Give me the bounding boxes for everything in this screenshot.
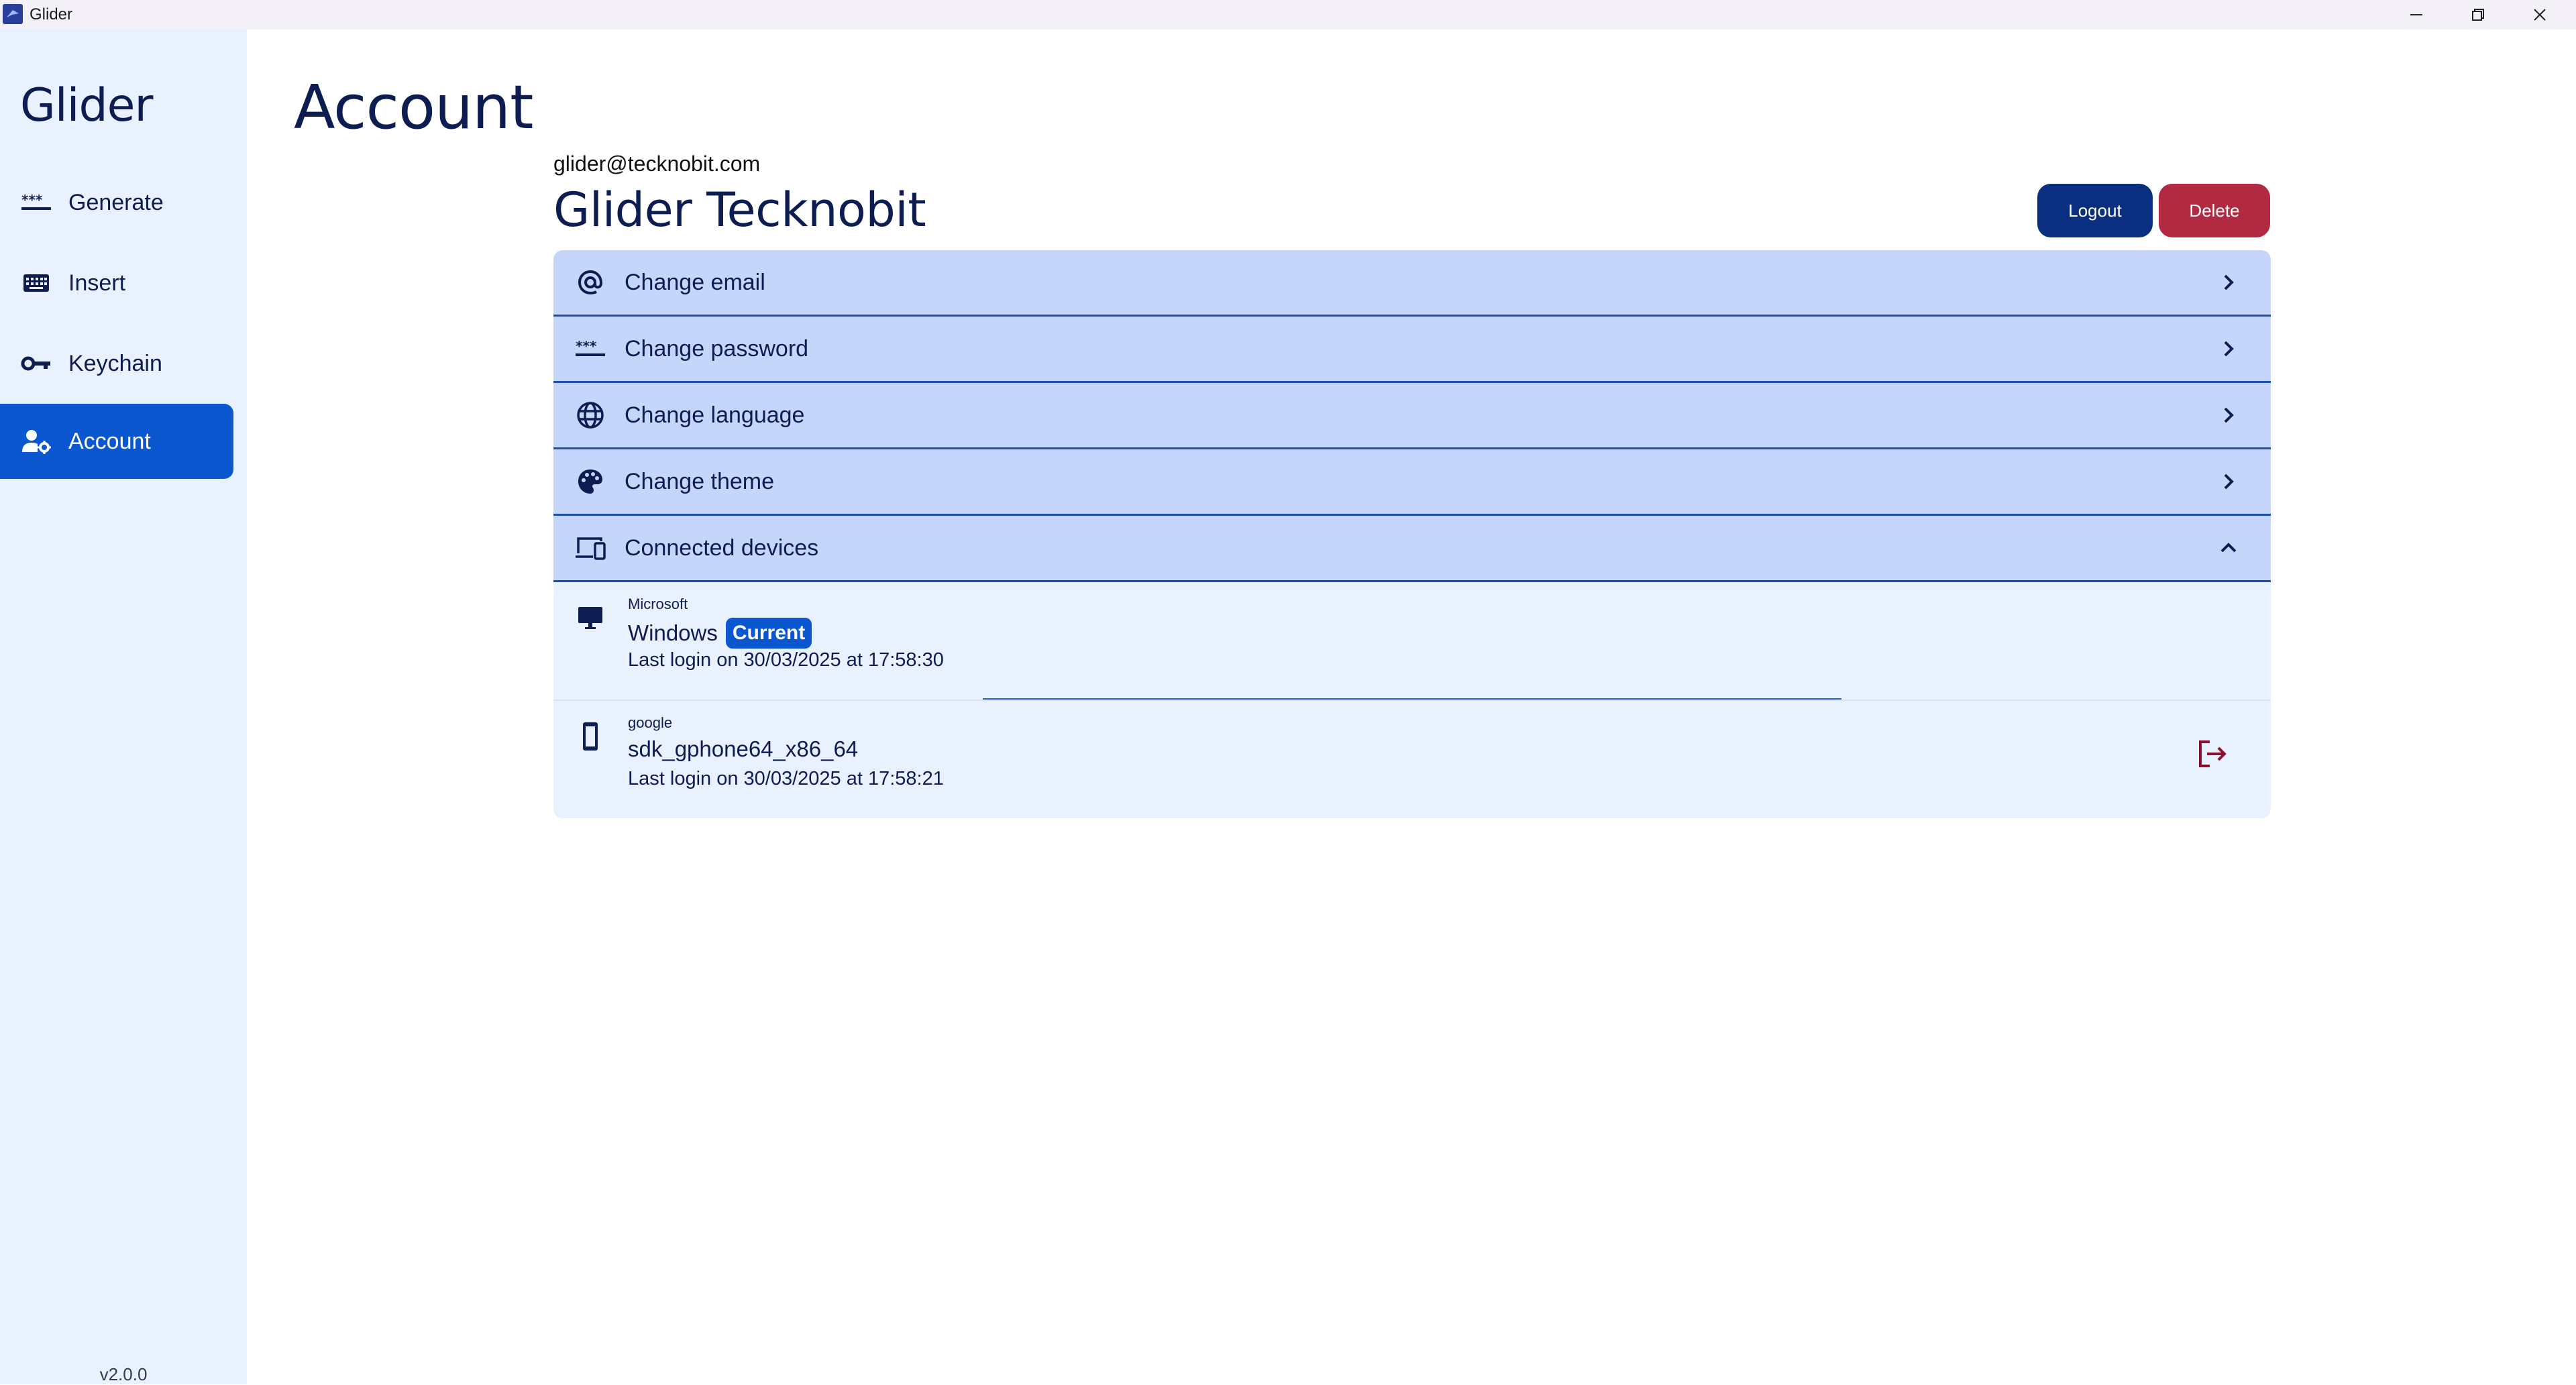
password-dots-icon: *** [574,332,607,366]
connected-devices-list: Microsoft Windows Current Last login on … [553,582,2271,818]
app-version: v2.0.0 [99,1364,148,1384]
device-item-android: google sdk_gphone64_x86_64 Last login on… [553,701,2271,818]
chevron-right-icon [2212,332,2245,366]
svg-text:***: *** [576,339,597,354]
sidebar-item-account[interactable]: Account [0,404,233,479]
row-label: Change email [625,269,765,295]
sidebar-item-label: Generate [68,189,164,215]
sidebar-item-label: Account [68,428,151,454]
chevron-right-icon [2212,465,2245,498]
manage-account-icon [20,425,52,457]
current-device-badge: Current [725,618,812,649]
sidebar-item-label: Keychain [68,350,162,376]
sidebar-item-generate[interactable]: *** Generate [0,165,233,240]
key-icon [20,347,52,380]
app-logo-icon [3,4,23,24]
account-settings-list: Change email *** Change password Change … [553,250,2271,818]
at-sign-icon [574,266,607,299]
chevron-right-icon [2212,398,2245,432]
sidebar: Glider *** Generate Insert Keychain Acco… [0,30,247,1384]
chevron-up-icon [2212,531,2245,565]
restore-button[interactable] [2447,0,2509,30]
change-password-row[interactable]: *** Change password [553,317,2271,383]
password-dots-icon: *** [20,186,52,219]
sidebar-item-insert[interactable]: Insert [0,245,233,321]
device-name: Windows Current [628,618,812,649]
phone-icon [574,720,607,753]
device-name: sdk_gphone64_x86_64 [628,736,859,761]
window-title: Glider [30,5,73,23]
row-label: Change password [625,335,809,362]
chevron-right-icon [2212,266,2245,299]
row-label: Change theme [625,468,775,494]
sidebar-item-keychain[interactable]: Keychain [0,326,233,401]
desktop-icon [574,601,607,634]
keyboard-icon [20,267,52,299]
delete-account-button[interactable]: Delete [2159,184,2270,237]
device-last-login: Last login on 30/03/2025 at 17:58:21 [628,768,944,789]
page-title: Account [294,72,533,143]
disconnect-device-icon[interactable] [2194,736,2231,772]
globe-icon [574,398,607,432]
device-vendor: google [628,714,673,731]
close-button[interactable] [2509,0,2571,30]
logout-button[interactable]: Logout [2037,184,2153,237]
device-vendor: Microsoft [628,596,688,612]
palette-icon [574,465,607,498]
device-item-windows: Microsoft Windows Current Last login on … [553,582,2271,700]
change-email-row[interactable]: Change email [553,250,2271,317]
divider [983,698,1841,700]
devices-icon [574,531,607,565]
row-label: Change language [625,402,805,428]
connected-devices-row[interactable]: Connected devices [553,516,2271,582]
brand-title: Glider [20,79,153,132]
user-email: glider@tecknobit.com [553,152,761,176]
svg-text:***: *** [21,192,43,208]
user-name: Glider Tecknobit [553,182,926,237]
window-title-bar: Glider [0,0,2576,30]
change-theme-row[interactable]: Change theme [553,449,2271,516]
sidebar-item-label: Insert [68,270,126,296]
row-label: Connected devices [625,535,819,561]
device-name-text: Windows [628,620,718,645]
change-language-row[interactable]: Change language [553,383,2271,449]
device-last-login: Last login on 30/03/2025 at 17:58:30 [628,649,944,671]
minimize-button[interactable] [2385,0,2447,30]
